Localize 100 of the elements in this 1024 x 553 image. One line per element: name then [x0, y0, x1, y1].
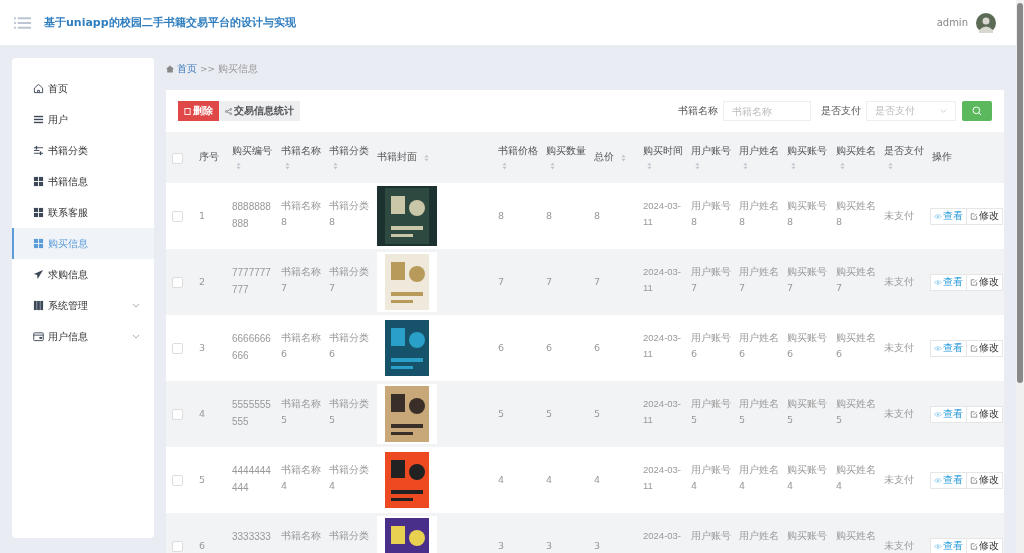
table-cell-text: 书籍名称5 [281, 397, 321, 428]
table-cell-text: 书籍名称4 [281, 463, 321, 494]
table-cell-text: 2024-03-11 [643, 331, 683, 362]
checkbox[interactable] [172, 152, 183, 164]
checkbox[interactable] [172, 210, 183, 222]
edit-button[interactable]: 修改 [967, 405, 1003, 423]
edit-button[interactable]: 修改 [967, 207, 1003, 225]
chevron-down-icon [940, 109, 947, 113]
sort-icon[interactable] [888, 162, 893, 170]
breadcrumb-separator: >> [200, 64, 216, 74]
column-header: 书籍名称 [281, 145, 321, 158]
table-cell-text: 4 [546, 472, 553, 487]
table-cell-text: 书籍分类8 [329, 199, 369, 230]
edit-icon [970, 542, 978, 550]
column-header: 用户账号 [691, 145, 731, 158]
card-icon [33, 331, 44, 342]
column-header: 购买编号 [232, 145, 272, 158]
sort-icon[interactable] [840, 162, 845, 170]
edit-icon [970, 476, 978, 484]
table-cell-text: 用户姓名 [739, 529, 779, 543]
table-cell-text: 书籍分类6 [329, 331, 369, 362]
sort-icon[interactable] [791, 162, 796, 170]
sort-icon[interactable] [236, 162, 241, 170]
eye-icon [934, 476, 942, 484]
table-cell-text: 购买账号5 [787, 397, 828, 428]
home-icon [33, 83, 44, 94]
sidebar-item[interactable]: 书籍分类 [12, 135, 154, 166]
sort-icon[interactable] [621, 153, 626, 162]
sidebar-item[interactable]: 用户 [12, 104, 154, 135]
statistics-button[interactable]: 交易信息统计 [219, 101, 300, 121]
sidebar-item[interactable]: 系统管理 [12, 290, 154, 321]
sort-icon[interactable] [424, 153, 429, 162]
table-cell-text: 书籍分类4 [329, 463, 369, 494]
sidebar-item[interactable]: 用户信息 [12, 321, 154, 352]
sort-icon[interactable] [285, 162, 290, 170]
checkbox[interactable] [172, 342, 183, 354]
edit-icon [970, 212, 978, 220]
table-cell-text: 1 [199, 208, 206, 223]
column-header: 购买姓名 [836, 145, 876, 158]
table-cell-text: 未支付 [884, 406, 914, 421]
sort-icon[interactable] [502, 162, 507, 170]
search-icon [972, 106, 982, 116]
sort-icon[interactable] [550, 162, 555, 170]
checkbox[interactable] [172, 540, 183, 552]
table-cell-text: 5 [199, 472, 206, 487]
list-icon [33, 114, 44, 125]
table-cell-text: 用户姓名5 [739, 397, 779, 428]
table-cell-text: 书籍名称8 [281, 199, 321, 230]
scrollbar[interactable] [1016, 0, 1024, 553]
table-cell-text: 8 [498, 208, 505, 223]
search-button[interactable] [962, 101, 992, 121]
column-header: 购买账号 [787, 145, 827, 158]
sort-icon[interactable] [647, 162, 652, 170]
column-header: 是否支付 [884, 145, 924, 158]
eye-icon [934, 278, 942, 286]
checkbox[interactable] [172, 276, 183, 288]
table-cell-text: 3 [546, 538, 553, 553]
sidebar-item[interactable]: 首页 [12, 73, 154, 104]
delete-button[interactable]: 删除 [178, 101, 219, 121]
edit-button[interactable]: 修改 [967, 273, 1003, 291]
table-cell-text: 用户账号 [691, 529, 731, 543]
username[interactable]: admin [936, 17, 968, 28]
edit-button[interactable]: 修改 [967, 537, 1003, 553]
table-cell-text: 书籍名称6 [281, 331, 321, 362]
table-cell-text: 7 [498, 274, 505, 289]
sort-icon[interactable] [743, 162, 748, 170]
table-cell-text: 购买账号6 [787, 331, 828, 362]
table-cell-text: 6 [594, 340, 601, 355]
table-cell-text: 8888888888 [232, 200, 272, 231]
grid-icon [33, 176, 44, 187]
table-cell-text: 3333333 [232, 530, 271, 544]
table-cell-text: 4 [199, 406, 206, 421]
eye-icon [934, 410, 942, 418]
column-header: 操作 [932, 151, 952, 164]
table-cell-text: 用户姓名8 [739, 199, 779, 230]
table-cell-text: 购买账号7 [787, 265, 828, 296]
sort-icon[interactable] [333, 162, 338, 170]
sort-icon[interactable] [695, 162, 700, 170]
table-cell-text: 4 [594, 472, 601, 487]
table-cell-text: 2024-03-11 [643, 265, 683, 296]
column-header: 购买数量 [546, 145, 586, 158]
breadcrumb-link[interactable]: 首页 [177, 62, 197, 76]
edit-button[interactable]: 修改 [967, 471, 1003, 489]
edit-button[interactable]: 修改 [967, 339, 1003, 357]
sidebar-item[interactable]: 求购信息 [12, 259, 154, 290]
breadcrumb-current: 购买信息 [218, 62, 259, 76]
table-cell-text: 用户姓名4 [739, 463, 779, 494]
checkbox[interactable] [172, 408, 183, 420]
sidebar-item[interactable]: 联系客服 [12, 197, 154, 228]
grid-icon [33, 207, 44, 218]
avatar[interactable] [976, 12, 996, 33]
table-cell-text: 3 [498, 538, 505, 553]
checkbox[interactable] [172, 474, 183, 486]
edit-icon [970, 278, 978, 286]
sidebar-item[interactable]: 书籍信息 [12, 166, 154, 197]
column-header: 书籍价格 [498, 145, 538, 158]
book-name-field[interactable]: 书籍名称 [723, 101, 811, 121]
table-cell-text: 8 [546, 208, 553, 223]
menu-icon[interactable] [14, 16, 31, 29]
table-cell-text: 4 [498, 472, 505, 487]
